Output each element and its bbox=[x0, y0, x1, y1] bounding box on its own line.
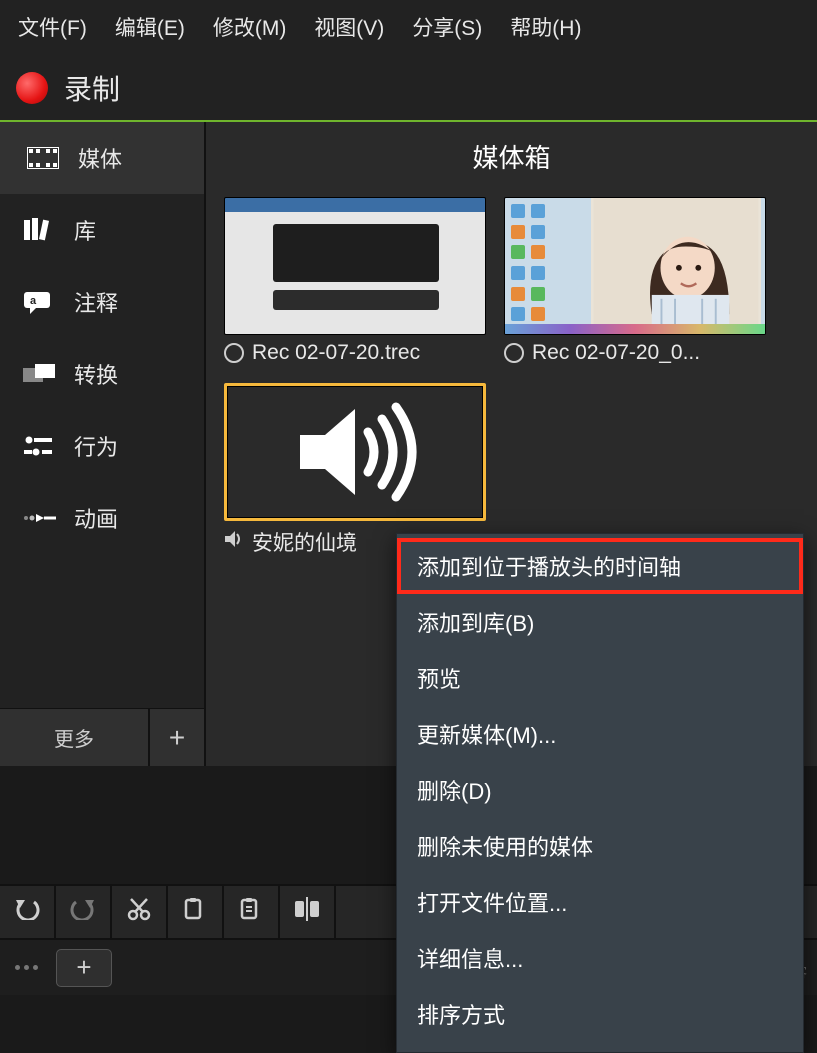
sidebar-item-media[interactable]: 媒体 bbox=[0, 122, 204, 194]
split-icon bbox=[294, 897, 320, 928]
clip-label: Rec 02-07-20_0... bbox=[532, 341, 700, 365]
menu-modify[interactable]: 修改(M) bbox=[213, 12, 286, 42]
paste-icon bbox=[239, 897, 263, 928]
clip-thumbnail bbox=[224, 383, 486, 521]
clip-caption: Rec 02-07-20.trec bbox=[224, 335, 486, 365]
behaviors-icon bbox=[22, 434, 56, 458]
svg-text:a: a bbox=[30, 295, 37, 307]
split-button[interactable] bbox=[280, 886, 336, 938]
recording-indicator-icon bbox=[504, 343, 524, 363]
books-icon bbox=[22, 218, 56, 242]
cut-button[interactable] bbox=[112, 886, 168, 938]
clip-caption: Rec 02-07-20_0... bbox=[504, 335, 766, 365]
menu-view[interactable]: 视图(V) bbox=[314, 12, 384, 42]
clip-thumbnail bbox=[504, 197, 766, 335]
ctx-delete-unused[interactable]: 删除未使用的媒体 bbox=[397, 818, 803, 874]
ctx-delete[interactable]: 删除(D) bbox=[397, 762, 803, 818]
sidebar-more-button[interactable]: 更多 bbox=[0, 709, 148, 766]
film-icon bbox=[26, 146, 60, 170]
sidebar-more-row: 更多 + bbox=[0, 708, 204, 766]
media-bin-title: 媒体箱 bbox=[206, 122, 817, 185]
media-clip[interactable]: Rec 02-07-20_0... bbox=[504, 197, 766, 365]
cut-icon bbox=[127, 897, 151, 928]
portrait-image bbox=[591, 198, 761, 324]
track-handle-icon[interactable] bbox=[0, 965, 52, 970]
sidebar: 媒体 库 a 注释 转换 行为 bbox=[0, 122, 204, 766]
record-icon[interactable] bbox=[16, 72, 48, 104]
context-menu: 添加到位于播放头的时间轴 添加到库(B) 预览 更新媒体(M)... 删除(D)… bbox=[396, 533, 804, 1053]
speaker-icon bbox=[227, 386, 483, 518]
undo-icon bbox=[14, 898, 40, 927]
ctx-update-media[interactable]: 更新媒体(M)... bbox=[397, 706, 803, 762]
sidebar-item-transitions[interactable]: 转换 bbox=[0, 338, 204, 410]
menu-share[interactable]: 分享(S) bbox=[412, 12, 482, 42]
sidebar-item-label: 库 bbox=[74, 214, 96, 246]
sidebar-item-label: 媒体 bbox=[78, 142, 122, 174]
sidebar-item-label: 转换 bbox=[74, 358, 118, 390]
clip-thumbnail bbox=[224, 197, 486, 335]
paste-button[interactable] bbox=[224, 886, 280, 938]
add-track-button[interactable]: + bbox=[56, 949, 112, 987]
copy-button[interactable] bbox=[168, 886, 224, 938]
clip-label: Rec 02-07-20.trec bbox=[252, 341, 420, 365]
media-clip-selected[interactable]: 安妮的仙境 bbox=[224, 383, 486, 557]
sidebar-add-button[interactable]: + bbox=[148, 709, 204, 766]
menu-edit[interactable]: 编辑(E) bbox=[115, 12, 185, 42]
redo-icon bbox=[70, 898, 96, 927]
copy-icon bbox=[183, 897, 207, 928]
sidebar-item-label: 行为 bbox=[74, 430, 118, 462]
transition-icon bbox=[22, 362, 56, 386]
clip-label: 安妮的仙境 bbox=[252, 527, 357, 557]
media-bin: Rec 02-07-20.trec bbox=[206, 185, 817, 569]
sidebar-item-behaviors[interactable]: 行为 bbox=[0, 410, 204, 482]
sidebar-item-label: 注释 bbox=[74, 286, 118, 318]
ctx-sort[interactable]: 排序方式 bbox=[397, 986, 803, 1042]
ctx-open-location[interactable]: 打开文件位置... bbox=[397, 874, 803, 930]
recording-indicator-icon bbox=[224, 343, 244, 363]
menu-bar: 文件(F) 编辑(E) 修改(M) 视图(V) 分享(S) 帮助(H) bbox=[0, 0, 817, 54]
sidebar-item-label: 动画 bbox=[74, 502, 118, 534]
record-label[interactable]: 录制 bbox=[64, 68, 120, 108]
record-row: 录制 bbox=[0, 54, 817, 122]
sidebar-item-annotations[interactable]: a 注释 bbox=[0, 266, 204, 338]
ctx-add-to-timeline[interactable]: 添加到位于播放头的时间轴 bbox=[397, 538, 803, 594]
annotation-icon: a bbox=[22, 290, 56, 314]
sidebar-item-library[interactable]: 库 bbox=[0, 194, 204, 266]
ctx-details[interactable]: 详细信息... bbox=[397, 930, 803, 986]
ctx-preview[interactable]: 预览 bbox=[397, 650, 803, 706]
ctx-add-to-library[interactable]: 添加到库(B) bbox=[397, 594, 803, 650]
animation-icon bbox=[22, 506, 56, 530]
audio-icon bbox=[224, 530, 244, 554]
undo-button[interactable] bbox=[0, 886, 56, 938]
sidebar-item-animations[interactable]: 动画 bbox=[0, 482, 204, 554]
media-clip[interactable]: Rec 02-07-20.trec bbox=[224, 197, 486, 365]
menu-file[interactable]: 文件(F) bbox=[18, 12, 87, 42]
menu-help[interactable]: 帮助(H) bbox=[510, 12, 581, 42]
redo-button[interactable] bbox=[56, 886, 112, 938]
